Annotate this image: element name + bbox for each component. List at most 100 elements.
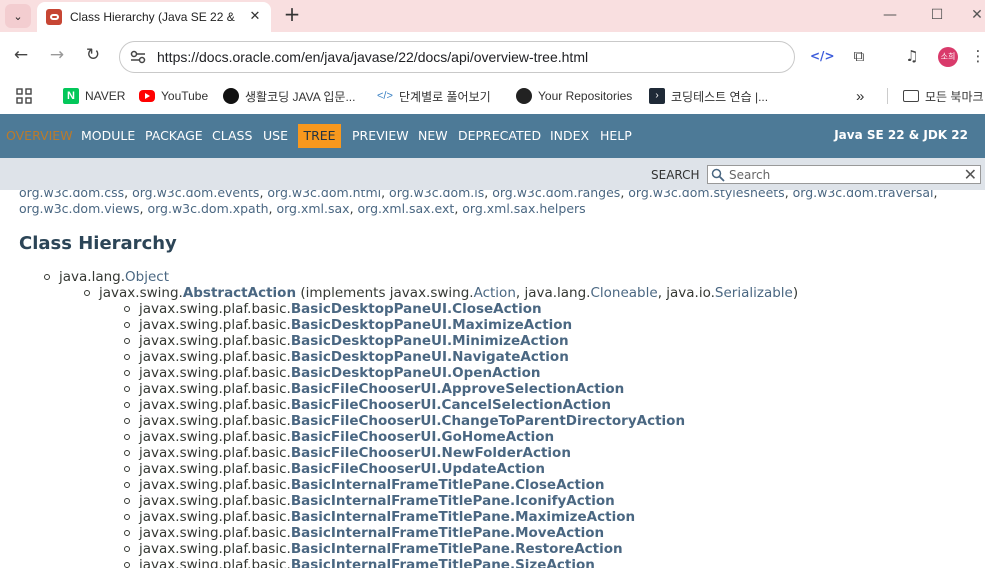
class-link[interactable]: BasicInternalFrameTitlePane.MaximizeActi… [291, 509, 635, 525]
package-prefix: javax.swing.plaf.basic. [139, 317, 291, 333]
nav-package[interactable]: PACKAGE [145, 128, 203, 143]
bookmark-programmers[interactable]: › 코딩테스트 연습 |... [649, 86, 768, 106]
more-menu-icon[interactable]: ⋮ [966, 44, 985, 68]
class-link[interactable]: BasicFileChooserUI.UpdateAction [291, 461, 545, 477]
bookmark-all[interactable]: 모든 북마크 [903, 86, 984, 106]
bullet [124, 386, 130, 392]
back-icon[interactable]: ← [8, 42, 34, 68]
tree-item-object: java.lang.Object [44, 269, 169, 285]
class-link[interactable]: BasicFileChooserUI.NewFolderAction [291, 445, 571, 461]
package-link[interactable]: org.w3c.dom.ls [389, 190, 484, 200]
maximize-icon[interactable]: ☐ [922, 4, 952, 26]
active-tab[interactable]: Class Hierarchy (Java SE 22 & ✕ [37, 2, 271, 32]
class-link[interactable]: BasicDesktopPaneUI.NavigateAction [291, 349, 569, 365]
class-link[interactable]: BasicDesktopPaneUI.CloseAction [291, 301, 542, 317]
bookmarks-overflow-icon[interactable]: » [856, 86, 864, 106]
package-link[interactable]: org.w3c.dom.css [19, 190, 124, 200]
bullet [124, 402, 130, 408]
bullet [124, 306, 130, 312]
bookmark-youtube[interactable]: YouTube [139, 86, 208, 106]
class-link[interactable]: BasicFileChooserUI.GoHomeAction [291, 429, 554, 445]
forward-icon[interactable]: → [44, 42, 70, 68]
package-prefix: javax.swing.plaf.basic. [139, 461, 291, 477]
tree-item-subclass: javax.swing.plaf.basic.BasicFileChooserU… [124, 429, 554, 445]
bookmark-opentutorials[interactable]: 생활코딩 JAVA 입문... [223, 86, 355, 106]
nav-tree[interactable]: TREE [298, 124, 341, 148]
tab-search-button[interactable]: ⌄ [5, 4, 31, 28]
bullet [84, 290, 90, 296]
package-link[interactable]: org.xml.sax.ext [358, 201, 455, 216]
nav-new[interactable]: NEW [418, 128, 448, 143]
address-bar[interactable]: https://docs.oracle.com/en/java/javase/2… [119, 41, 795, 73]
tree-item-subclass: javax.swing.plaf.basic.BasicFileChooserU… [124, 413, 685, 429]
serializable-link[interactable]: Serializable [715, 285, 793, 301]
profile-avatar[interactable]: 소희 [938, 47, 958, 67]
tree-item-subclass: javax.swing.plaf.basic.BasicDesktopPaneU… [124, 301, 542, 317]
nav-overview[interactable]: OVERVIEW [6, 128, 73, 143]
class-link[interactable]: BasicDesktopPaneUI.MaximizeAction [291, 317, 572, 333]
package-link[interactable]: org.w3c.dom.traversal [793, 190, 934, 200]
class-link[interactable]: BasicFileChooserUI.CancelSelectionAction [291, 397, 611, 413]
package-link[interactable]: org.w3c.dom.xpath [147, 201, 268, 216]
bullet [124, 322, 130, 328]
nav-deprecated[interactable]: DEPRECATED [458, 128, 541, 143]
package-prefix: javax.swing.plaf.basic. [139, 525, 291, 541]
extensions-icon[interactable]: ⧉ [847, 44, 871, 68]
translate-extension-icon[interactable]: </> [810, 44, 835, 68]
bookmark-baekjoon[interactable]: </> 단계별로 풀어보기 [377, 86, 491, 106]
separator: , [933, 190, 938, 200]
site-info-icon[interactable] [130, 50, 146, 64]
search-input[interactable] [729, 167, 959, 183]
close-window-icon[interactable]: ✕ [962, 4, 985, 26]
bullet [124, 514, 130, 520]
tree-item-abstractaction: javax.swing.AbstractAction (implements j… [84, 285, 798, 301]
package-link[interactable]: org.w3c.dom.events [132, 190, 259, 200]
bullet [124, 530, 130, 536]
package-prefix: javax.swing.plaf.basic. [139, 333, 291, 349]
class-link[interactable]: BasicFileChooserUI.ApproveSelectionActio… [291, 381, 624, 397]
package-link[interactable]: org.w3c.dom.html [267, 190, 381, 200]
bookmark-github[interactable]: Your Repositories [516, 86, 632, 106]
reload-icon[interactable]: ↻ [80, 42, 106, 68]
new-tab-button[interactable]: + [280, 3, 304, 27]
github-icon [516, 88, 532, 104]
class-link[interactable]: BasicInternalFrameTitlePane.SizeAction [291, 557, 595, 568]
class-link[interactable]: BasicDesktopPaneUI.OpenAction [291, 365, 541, 381]
package-link[interactable]: org.xml.sax.helpers [462, 201, 585, 216]
nav-use[interactable]: USE [263, 128, 288, 143]
nav-class[interactable]: CLASS [212, 128, 252, 143]
package-link[interactable]: org.xml.sax [276, 201, 349, 216]
media-control-icon[interactable]: ♫ [900, 44, 924, 68]
abstractaction-link[interactable]: AbstractAction [183, 285, 296, 301]
tree-item-subclass: javax.swing.plaf.basic.BasicInternalFram… [124, 509, 635, 525]
nav-module[interactable]: MODULE [81, 128, 135, 143]
youtube-icon [139, 90, 155, 102]
object-link[interactable]: Object [125, 269, 169, 285]
page-content: org.w3c.dom.css, org.w3c.dom.events, org… [0, 190, 985, 568]
package-prefix: javax.swing.plaf.basic. [139, 429, 291, 445]
programmers-icon: › [649, 88, 665, 104]
nav-help[interactable]: HELP [600, 128, 632, 143]
apps-grid-icon[interactable] [16, 86, 32, 106]
sub-nav: SEARCH ✕ [0, 158, 985, 190]
action-interface-link[interactable]: Action [474, 285, 516, 301]
class-link[interactable]: BasicInternalFrameTitlePane.RestoreActio… [291, 541, 623, 557]
page-title: Class Hierarchy [19, 233, 177, 254]
class-link[interactable]: BasicInternalFrameTitlePane.MoveAction [291, 525, 604, 541]
class-link[interactable]: BasicInternalFrameTitlePane.CloseAction [291, 477, 605, 493]
bookmark-naver[interactable]: N NAVER [63, 86, 125, 106]
cloneable-link[interactable]: Cloneable [590, 285, 657, 301]
bullet [124, 562, 130, 568]
clear-search-icon[interactable]: ✕ [964, 165, 977, 184]
package-link[interactable]: org.w3c.dom.ranges [492, 190, 620, 200]
minimize-icon[interactable]: — [875, 4, 905, 26]
nav-preview[interactable]: PREVIEW [352, 128, 409, 143]
nav-index[interactable]: INDEX [550, 128, 589, 143]
class-link[interactable]: BasicInternalFrameTitlePane.IconifyActio… [291, 493, 615, 509]
package-link[interactable]: org.w3c.dom.stylesheets [628, 190, 784, 200]
class-link[interactable]: BasicDesktopPaneUI.MinimizeAction [291, 333, 569, 349]
search-label: SEARCH [651, 168, 700, 182]
class-link[interactable]: BasicFileChooserUI.ChangeToParentDirecto… [291, 413, 685, 429]
tab-close-icon[interactable]: ✕ [246, 8, 264, 26]
package-link[interactable]: org.w3c.dom.views [19, 201, 140, 216]
